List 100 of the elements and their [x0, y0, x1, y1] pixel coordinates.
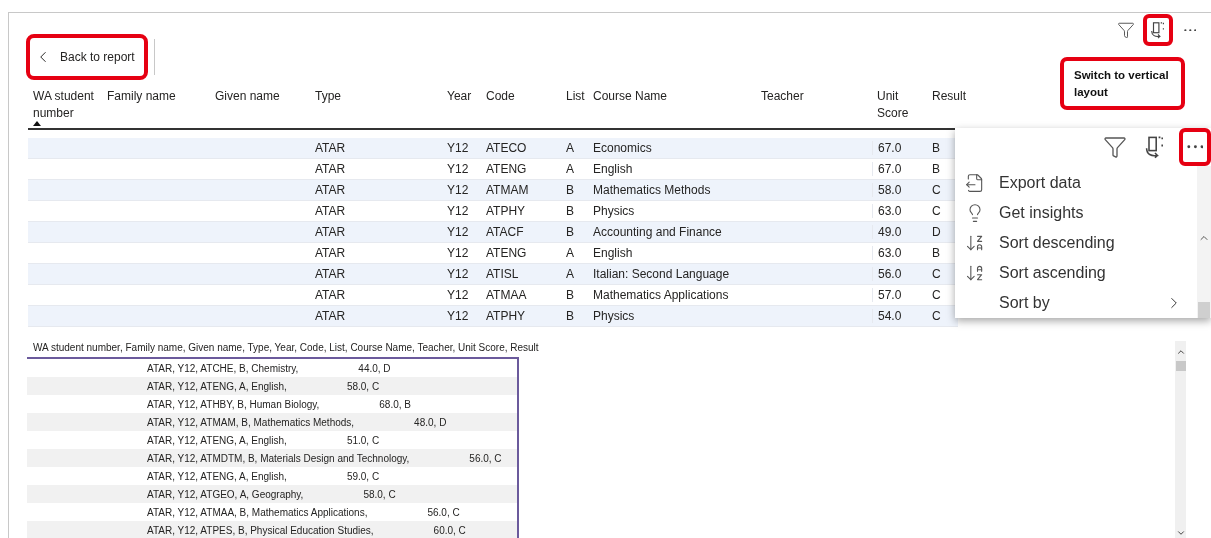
- column-header[interactable]: Given name: [210, 88, 310, 128]
- table-cell-text: Y12: [446, 267, 470, 281]
- table-cell-text: Mathematics Methods: [592, 183, 712, 197]
- record-details: ATAR, Y12, ATHBY, B, Human Biology,: [147, 398, 320, 410]
- table-cell-text: B: [565, 225, 575, 239]
- table-cell-text: ATAR: [314, 225, 347, 239]
- record-details: ATAR, Y12, ATENG, A, English,: [147, 434, 287, 446]
- vertical-view-header: WA student number, Family name, Given name, Type, Year, Code, List, Course Name, Teacher, Unit Score, Result: [32, 341, 540, 355]
- more-options-icon: [1186, 145, 1204, 149]
- scrollbar[interactable]: [1175, 341, 1186, 538]
- table-cell-text: Physics: [592, 309, 636, 323]
- table-cell-text: ATAR: [314, 267, 347, 281]
- scrollbar-thumb[interactable]: [1175, 361, 1186, 371]
- column-header[interactable]: Year: [442, 88, 481, 128]
- table-cell-text: A: [565, 162, 575, 176]
- table-cell-text: ATENG: [485, 162, 528, 176]
- table-cell-text: B: [931, 141, 941, 155]
- menu-item[interactable]: Sort by: [955, 288, 1197, 318]
- column-header[interactable]: Unit Score: [872, 88, 927, 128]
- table-cell-text: A: [565, 246, 575, 260]
- table-cell-text: ATMAA: [485, 288, 528, 302]
- table-cell-text: ATAR: [314, 246, 347, 260]
- menu-item[interactable]: Sort ascending: [955, 258, 1197, 288]
- menu-item-label: Sort ascending: [999, 264, 1107, 282]
- table-cell-text: ATPHY: [485, 309, 527, 323]
- table-cell-text: ATECO: [485, 141, 528, 155]
- table-cell-text: B: [565, 288, 575, 302]
- menu-item[interactable]: Get insights: [955, 198, 1197, 228]
- table-cell-text: Y12: [446, 204, 470, 218]
- chevron-up-icon[interactable]: [1175, 347, 1186, 357]
- record-score: 58.0, C: [346, 380, 380, 392]
- filter-icon: [1117, 21, 1135, 39]
- column-header[interactable]: Family name: [102, 88, 210, 128]
- table-cell: 67.0: [872, 141, 927, 155]
- table-cell: 49.0: [872, 225, 927, 239]
- table-cell-text: ATAR: [314, 309, 347, 323]
- column-header[interactable]: Teacher: [756, 88, 872, 128]
- record-details: ATAR, Y12, ATMAA, B, Mathematics Applications,: [147, 506, 368, 518]
- table-cell: 67.0: [872, 162, 927, 176]
- record-score: 60.0, C: [433, 524, 466, 536]
- table-cell-text: D: [931, 225, 942, 239]
- table-cell: 56.0: [872, 267, 927, 281]
- menu-item-label: Export data: [999, 174, 1082, 192]
- filter-icon: [1103, 135, 1127, 159]
- record-score: 56.0, C: [469, 452, 502, 464]
- menu-item[interactable]: Sort descending: [955, 228, 1197, 258]
- table-cell-text: C: [931, 288, 942, 302]
- table-cell-text: ATENG: [485, 246, 528, 260]
- record-score: 51.0, C: [346, 434, 380, 446]
- column-header[interactable]: WA student number: [28, 88, 102, 128]
- record-details: ATAR, Y12, ATMDTM, B, Materials Design and Technology,: [147, 452, 410, 464]
- scrollbar[interactable]: [1197, 166, 1211, 318]
- record-score: 58.0, C: [363, 488, 396, 500]
- record-score: 68.0, B: [379, 398, 411, 410]
- table-cell-text: Y12: [446, 183, 470, 197]
- scrollbar-thumb[interactable]: [1198, 302, 1210, 318]
- table-cell-text: ATPHY: [485, 204, 527, 218]
- column-header[interactable]: List: [561, 88, 588, 128]
- more-options-icon: [1183, 28, 1197, 32]
- record-score: 44.0, D: [358, 362, 391, 374]
- table-cell-text: Mathematics Applications: [592, 288, 730, 302]
- table-cell-text: B: [565, 183, 575, 197]
- table-cell-text: ATMAM: [485, 183, 530, 197]
- table-cell-text: ATAR: [314, 204, 347, 218]
- table-cell-text: Y12: [446, 162, 470, 176]
- table-cell-text: Accounting and Finance: [592, 225, 723, 239]
- table-cell-text: Italian: Second Language: [592, 267, 731, 281]
- table-cell-text: ATAR: [314, 141, 347, 155]
- table-cell: 58.0: [872, 183, 927, 197]
- menu-item-label: Sort by: [999, 294, 1051, 312]
- column-header[interactable]: Code: [481, 88, 561, 128]
- table-cell: 57.0: [872, 288, 927, 302]
- table-cell-text: English: [592, 162, 634, 176]
- export-icon: [965, 173, 985, 193]
- table-cell-text: ATAR: [314, 288, 347, 302]
- back-to-report-button[interactable]: Back to report: [26, 34, 148, 80]
- table-cell-text: ATAR: [314, 162, 347, 176]
- menu-item[interactable]: Export data: [955, 168, 1197, 198]
- table-cell-text: Y12: [446, 309, 470, 323]
- table-cell-text: Y12: [446, 288, 470, 302]
- table-cell-text: ATACF: [485, 225, 525, 239]
- record-details: ATAR, Y12, ATENG, A, English,: [147, 470, 287, 482]
- column-header[interactable]: Result: [927, 88, 977, 128]
- table-cell-text: A: [565, 267, 575, 281]
- table-cell-text: B: [565, 204, 575, 218]
- chevron-down-icon[interactable]: [1175, 528, 1186, 538]
- record-score: 59.0, C: [346, 470, 380, 482]
- toolbar-button[interactable]: [1143, 14, 1173, 46]
- table-cell-text: ATAR: [314, 183, 347, 197]
- table-cell-text: English: [592, 246, 634, 260]
- table-cell-text: ATISL: [485, 267, 520, 281]
- table-cell-text: B: [931, 246, 941, 260]
- table-cell-text: Y12: [446, 246, 470, 260]
- table-cell-text: C: [931, 204, 942, 218]
- record-details: ATAR, Y12, ATENG, A, English,: [147, 380, 287, 392]
- column-header[interactable]: Type: [310, 88, 442, 128]
- table-cell-text: Y12: [446, 225, 470, 239]
- column-header[interactable]: Course Name: [588, 88, 756, 128]
- table-cell-text: C: [931, 267, 942, 281]
- table-cell-text: Economics: [592, 141, 653, 155]
